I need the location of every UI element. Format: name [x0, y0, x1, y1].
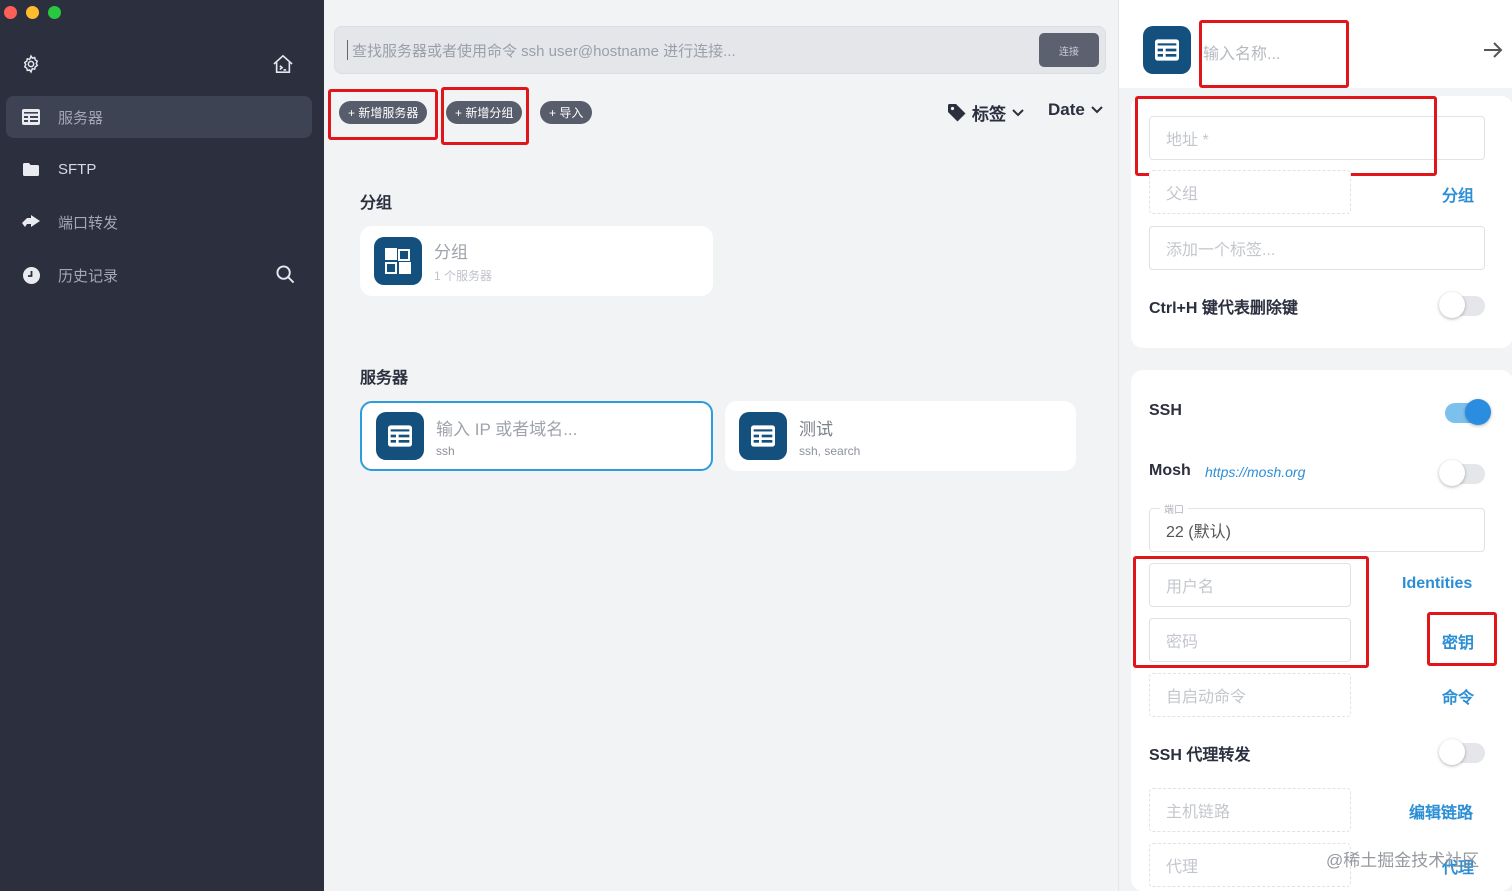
command-link[interactable]: 命令 [1442, 684, 1474, 708]
tags-filter-dropdown[interactable]: 标签 [948, 100, 1024, 125]
group-icon [374, 237, 422, 285]
sort-dropdown[interactable]: Date [1048, 100, 1103, 120]
server-name: 输入 IP 或者域名... [436, 419, 578, 439]
search-placeholder: 查找服务器或者使用命令 ssh user@hostname 进行连接... [352, 42, 736, 60]
sidebar-item-servers[interactable]: 服务器 [6, 96, 312, 138]
sidebar-item-label: 端口转发 [58, 214, 119, 232]
sidebar-item-label: 服务器 [58, 109, 104, 127]
ssh-label: SSH [1149, 402, 1182, 419]
chevron-down-icon [1091, 106, 1103, 114]
key-link[interactable]: 密钥 [1442, 629, 1474, 653]
port-value: 22 (默认) [1166, 524, 1231, 541]
minimize-window-button[interactable] [26, 6, 39, 19]
watermark: @稀土掘金技术社区 [1326, 851, 1480, 870]
parent-group-input[interactable]: 父组 [1149, 170, 1351, 214]
close-window-button[interactable] [4, 6, 17, 19]
toggle-knob [1439, 460, 1465, 486]
proxy-input[interactable]: 代理 [1149, 843, 1351, 887]
server-tags: ssh [436, 443, 455, 458]
editor-header: 输入名称... [1119, 0, 1512, 88]
address-input[interactable]: 地址 * [1149, 116, 1485, 160]
mosh-website-link[interactable]: https://mosh.org [1205, 464, 1305, 480]
mosh-toggle[interactable] [1439, 460, 1485, 486]
port-input[interactable]: 端口 22 (默认) [1149, 501, 1485, 552]
password-input[interactable]: 密码 [1149, 618, 1351, 662]
server-name: 测试 [799, 419, 833, 439]
mosh-label: Mosh [1149, 462, 1191, 479]
groups-section-title: 分组 [360, 195, 393, 212]
sidebar-item-label: 历史记录 [58, 267, 119, 285]
ssh-proxy-toggle[interactable] [1439, 739, 1485, 765]
text-caret [347, 40, 348, 60]
server-name-input[interactable]: 输入名称... [1203, 40, 1280, 64]
tag-input[interactable]: 添加一个标签... [1149, 226, 1485, 270]
home-terminal-icon[interactable] [272, 54, 294, 78]
add-group-button[interactable]: + 新增分组 [446, 101, 523, 124]
toggle-knob [1465, 399, 1491, 425]
server-editor-panel: 输入名称... 地址 * 父组 分组 添加一个标签... Ctrl+H 键代表删… [1118, 0, 1512, 891]
maximize-window-button[interactable] [48, 6, 61, 19]
history-search-icon[interactable] [276, 265, 295, 289]
server-icon [376, 412, 424, 460]
add-server-button[interactable]: + 新增服务器 [339, 101, 428, 124]
arrow-right-icon[interactable] [1483, 38, 1503, 64]
ssh-proxy-label: SSH 代理转发 [1149, 747, 1251, 764]
identities-link[interactable]: Identities [1402, 575, 1472, 593]
main-content: 查找服务器或者使用命令 ssh user@hostname 进行连接... 连接… [324, 0, 1118, 891]
window-controls [4, 6, 61, 19]
startup-command-input[interactable]: 自启动命令 [1149, 673, 1351, 717]
clock-icon [22, 266, 40, 284]
sidebar-item-port-forwarding[interactable]: 端口转发 [6, 201, 312, 243]
connect-button[interactable]: 连接 [1039, 33, 1099, 67]
host-chain-input[interactable]: 主机链路 [1149, 788, 1351, 832]
chevron-down-icon [1012, 108, 1024, 116]
ctrl-h-toggle[interactable] [1439, 292, 1485, 318]
servers-section-title: 服务器 [360, 370, 409, 387]
group-name: 分组 [434, 243, 468, 262]
group-card[interactable]: 分组 1 个服务器 [360, 226, 713, 296]
settings-gear-icon[interactable] [21, 54, 41, 78]
folder-icon [22, 160, 40, 178]
sidebar-item-history[interactable]: 历史记录 [6, 254, 312, 296]
tags-filter-label: 标签 [972, 105, 1006, 124]
forward-arrow-icon [22, 213, 40, 231]
ctrl-h-label: Ctrl+H 键代表删除键 [1149, 300, 1298, 317]
server-tags: ssh, search [799, 443, 861, 458]
port-legend: 端口 [1160, 501, 1188, 516]
sidebar: 服务器 SFTP 端口转发 历史记录 [0, 0, 324, 891]
toggle-knob [1439, 739, 1465, 765]
toggle-knob [1439, 292, 1465, 318]
sort-label: Date [1048, 100, 1085, 119]
sidebar-item-sftp[interactable]: SFTP [6, 148, 312, 190]
server-icon [739, 412, 787, 460]
edit-chain-link[interactable]: 编辑链路 [1409, 799, 1473, 823]
server-icon [1143, 26, 1191, 74]
tag-icon [948, 103, 966, 121]
search-input[interactable]: 查找服务器或者使用命令 ssh user@hostname 进行连接... 连接 [334, 26, 1106, 74]
group-server-count: 1 个服务器 [434, 269, 493, 283]
group-link[interactable]: 分组 [1442, 182, 1474, 206]
import-button[interactable]: + 导入 [540, 101, 593, 124]
server-card-test[interactable]: 测试 ssh, search [725, 401, 1076, 471]
ssh-toggle[interactable] [1445, 399, 1491, 425]
server-icon [22, 108, 40, 126]
sidebar-item-label: SFTP [58, 160, 97, 178]
server-card-new[interactable]: 输入 IP 或者域名... ssh [360, 401, 713, 471]
username-input[interactable]: 用户名 [1149, 563, 1351, 607]
